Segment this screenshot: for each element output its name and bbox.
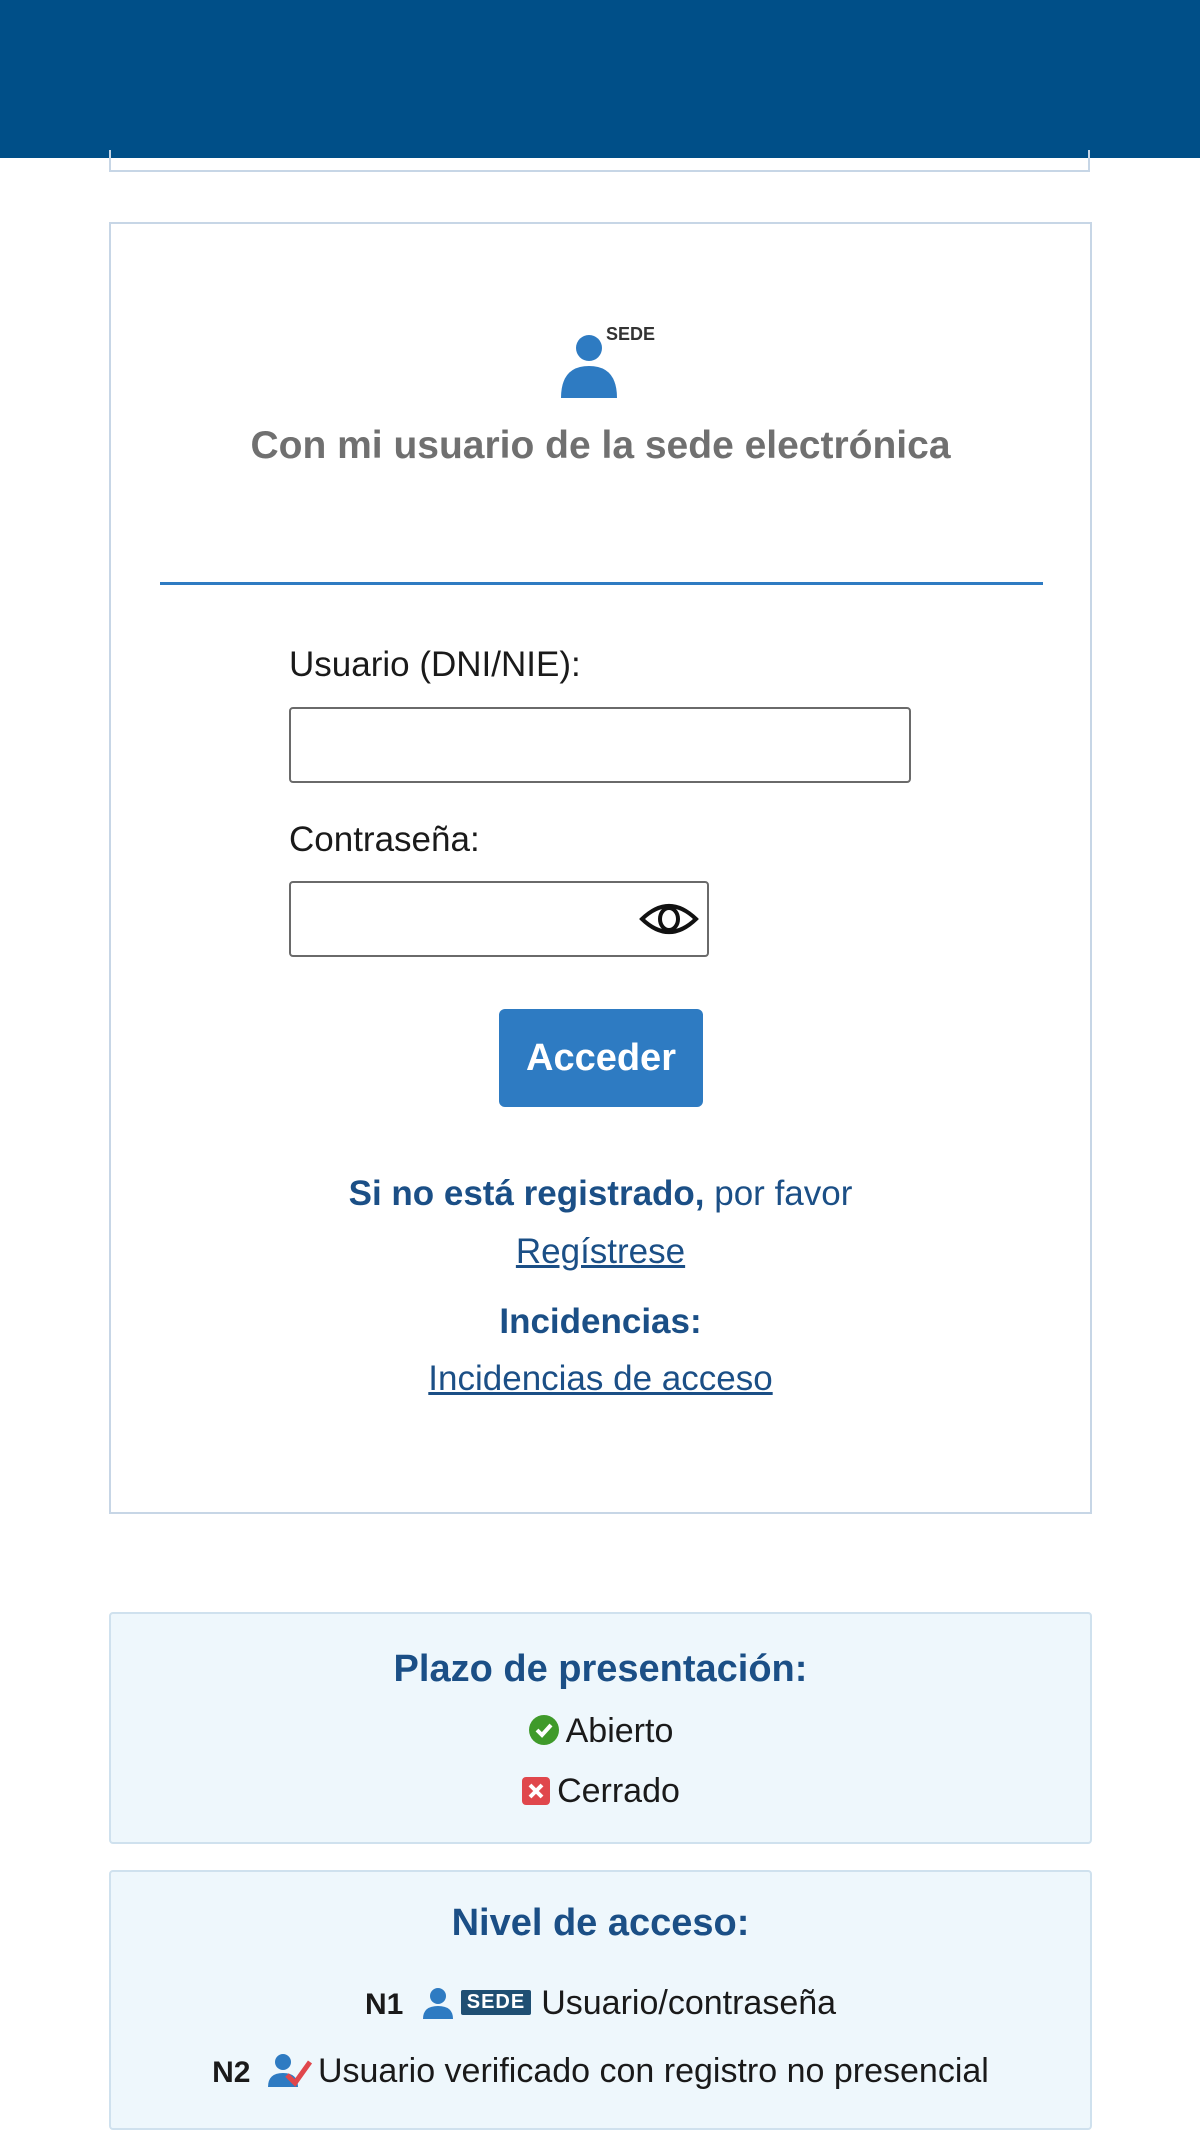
access-level-box: Nivel de acceso: N1 SEDE Usuario/contrase…: [109, 1870, 1092, 2130]
register-text-rest: por favor: [704, 1174, 853, 1213]
register-link[interactable]: Regístrese: [111, 1232, 1090, 1272]
incidents-link[interactable]: Incidencias de acceso: [111, 1359, 1090, 1399]
level-code-n1: N1: [364, 1988, 404, 2021]
password-label: Contraseña:: [289, 820, 480, 859]
status-closed-row: Cerrado: [111, 1772, 1090, 1811]
level-row-n1: N1 SEDE Usuario/contraseña: [111, 1984, 1090, 2023]
divider: [160, 582, 1043, 585]
close-square-icon: [522, 1777, 551, 1805]
status-open-label: Abierto: [565, 1712, 674, 1750]
level-code-n2: N2: [212, 2056, 251, 2089]
level-row-n2: N2 Usuario verificado con registro no pr…: [111, 2052, 1090, 2091]
sede-logo-badge: SEDE: [606, 324, 655, 344]
previous-card-edge: [109, 150, 1090, 172]
deadline-title: Plazo de presentación:: [393, 1648, 808, 1690]
login-title: Con mi usuario de la sede electrónica: [250, 424, 951, 467]
status-open-row: Abierto: [111, 1712, 1090, 1751]
username-label: Usuario (DNI/NIE):: [289, 645, 581, 684]
sede-badge: SEDE: [460, 1990, 532, 2015]
user-icon: [422, 1988, 453, 2019]
incidents-title: Incidencias:: [499, 1302, 702, 1341]
register-text: Si no está registrado, por favor: [111, 1174, 1090, 1214]
access-level-title: Nivel de acceso:: [451, 1902, 750, 1944]
deadline-box: Plazo de presentación: Abierto Cerrado: [109, 1612, 1092, 1844]
status-closed-label: Cerrado: [557, 1772, 680, 1810]
submit-button[interactable]: Acceder: [499, 1009, 703, 1107]
login-card: SEDE Con mi usuario de la sede electróni…: [109, 222, 1092, 1514]
verified-user-icon: [267, 2054, 312, 2087]
top-header-bar: [0, 0, 1200, 158]
register-text-bold: Si no está registrado,: [348, 1174, 705, 1213]
check-circle-icon: [528, 1715, 559, 1745]
level-description-n2: Usuario verificado con registro no prese…: [317, 2052, 989, 2090]
level-description-n1: Usuario/contraseña: [541, 1984, 837, 2022]
sede-user-icon: SEDE: [561, 324, 655, 398]
eye-icon[interactable]: [639, 897, 699, 941]
username-input[interactable]: [289, 707, 911, 783]
